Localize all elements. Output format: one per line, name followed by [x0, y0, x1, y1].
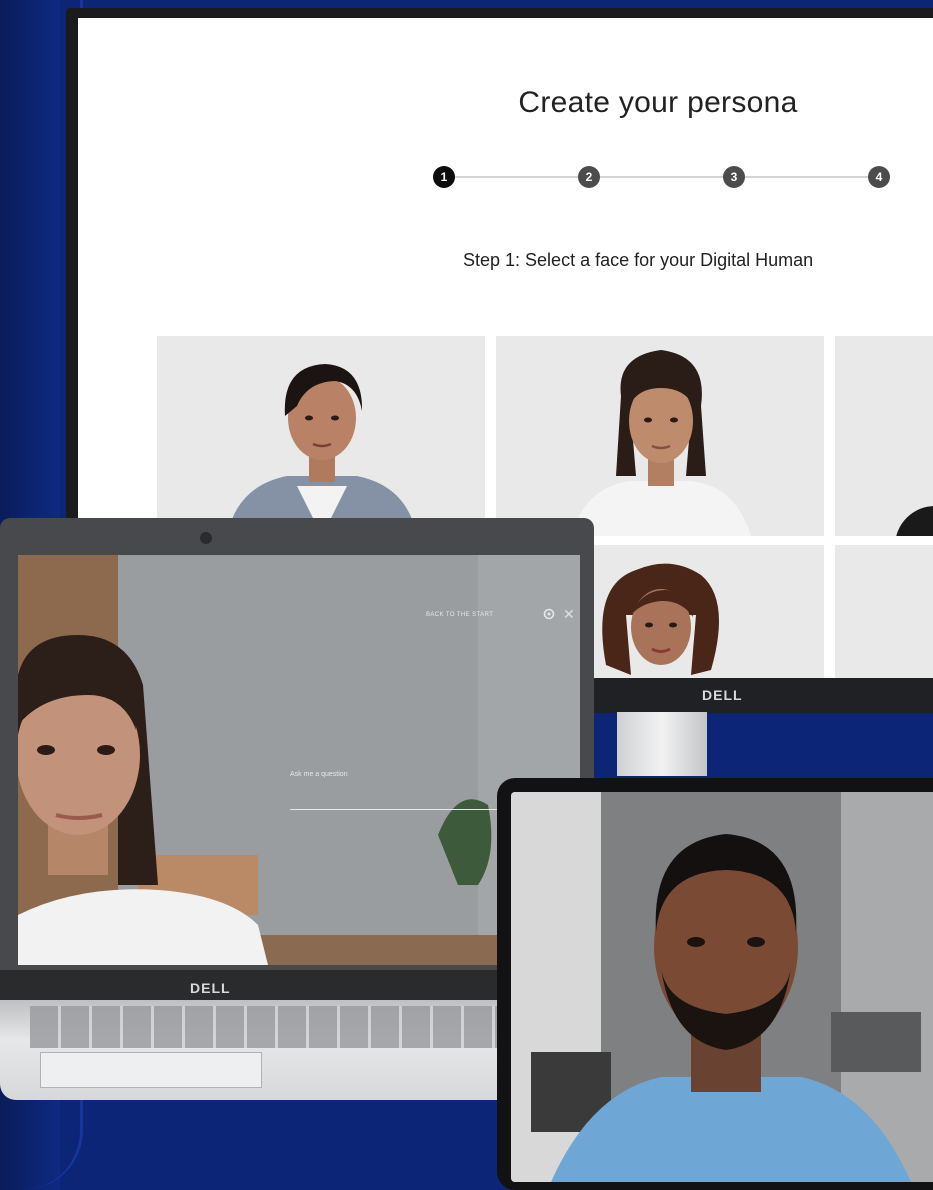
webcam-icon — [200, 532, 212, 544]
step-instruction: Step 1: Select a face for your Digital H… — [463, 250, 814, 270]
step-indicator: 1 2 3 4 — [433, 162, 893, 192]
laptop-keyboard — [30, 1006, 520, 1048]
face-portrait-2 — [571, 350, 751, 536]
face-portrait-3 — [896, 506, 933, 536]
back-to-start-link[interactable]: BACK TO THE START — [426, 612, 493, 618]
monitor-bezel-bottom: DELL — [586, 678, 933, 713]
monitor-dell-logo: DELL — [702, 687, 743, 703]
step-3[interactable]: 3 — [723, 166, 745, 188]
face-option-3[interactable] — [835, 336, 933, 536]
tablet-device — [497, 778, 933, 1190]
monitor-stand — [617, 712, 707, 776]
step-connector-line — [451, 176, 883, 178]
step-4[interactable]: 4 — [868, 166, 890, 188]
question-input[interactable] — [290, 809, 522, 810]
gear-icon[interactable] — [543, 608, 555, 620]
close-icon[interactable]: ✕ — [563, 606, 575, 623]
step-1[interactable]: 1 — [433, 166, 455, 188]
laptop-dell-logo: DELL — [190, 980, 231, 996]
face-portrait-1 — [227, 364, 417, 536]
face-option-2[interactable] — [496, 336, 824, 536]
face-option-5[interactable] — [835, 545, 933, 678]
question-input-label: Ask me a question — [290, 771, 348, 778]
tablet-screen — [511, 792, 933, 1182]
step-2[interactable]: 2 — [578, 166, 600, 188]
laptop-trackpad — [40, 1052, 262, 1088]
laptop-scene — [18, 555, 580, 965]
tablet-scene — [511, 792, 933, 1182]
page-title: Create your persona — [518, 86, 798, 119]
face-option-1[interactable] — [157, 336, 485, 536]
laptop-screen: BACK TO THE START ✕ Ask me a question — [18, 555, 580, 965]
